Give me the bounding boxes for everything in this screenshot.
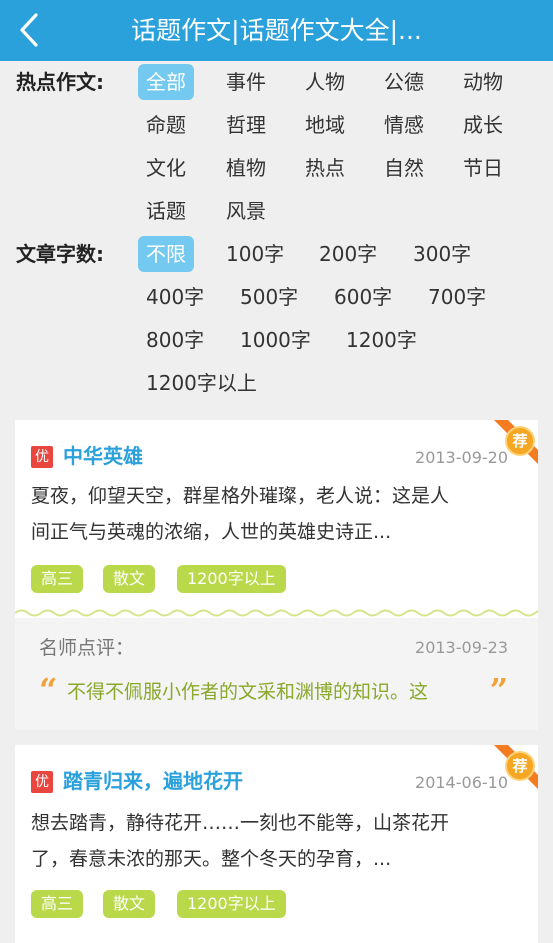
- topic-option[interactable]: 情感: [376, 107, 432, 143]
- word-count-option[interactable]: 400字: [138, 279, 212, 315]
- excellent-badge: 优: [31, 771, 53, 793]
- topic-option[interactable]: 成长: [455, 107, 511, 143]
- article-card[interactable]: 荐 优 踏青归来，遍地花开 2014-06-10 想去踏青，静待花开……一刻也不…: [15, 745, 538, 943]
- word-count-tag[interactable]: 1200字以上: [177, 565, 286, 593]
- genre-tag[interactable]: 散文: [103, 890, 156, 918]
- recommended-label: 荐: [512, 757, 528, 775]
- topic-option[interactable]: 风景: [218, 193, 274, 229]
- back-arrow-icon[interactable]: [14, 12, 44, 48]
- word-count-option[interactable]: 500字: [232, 279, 306, 315]
- word-count-tag[interactable]: 1200字以上: [177, 890, 286, 918]
- word-count-option[interactable]: 100字: [218, 236, 292, 272]
- page-title: 话题作文|话题作文大全|...: [131, 16, 422, 45]
- word-count-option[interactable]: 600字: [326, 279, 400, 315]
- excellent-badge: 优: [31, 446, 53, 468]
- topic-option[interactable]: 人物: [297, 64, 353, 100]
- topic-option[interactable]: 动物: [455, 64, 511, 100]
- topic-option[interactable]: 命题: [138, 107, 194, 143]
- article-excerpt-line: 夏夜，仰望天空，群星格外璀璨，老人说：这是人: [31, 485, 450, 507]
- review-text: 不得不佩服小作者的文采和渊博的知识。这: [67, 681, 429, 703]
- topic-option[interactable]: 哲理: [218, 107, 274, 143]
- topic-option[interactable]: 文化: [138, 150, 194, 186]
- article-excerpt: 想去踏青，静待花开……一刻也不能等，山茶花开 了，春意未浓的那天。整个冬天的孕育…: [31, 805, 526, 877]
- article-excerpt: 夏夜，仰望天空，群星格外璀璨，老人说：这是人 间正气与英魂的浓缩，人世的英雄史诗…: [31, 478, 526, 550]
- close-quote-icon: ”: [489, 671, 508, 709]
- grade-tag[interactable]: 高三: [31, 890, 84, 918]
- word-count-option[interactable]: 1200字以上: [138, 365, 265, 401]
- topic-option[interactable]: 话题: [138, 193, 194, 229]
- article-date: 2013-09-20: [415, 448, 508, 467]
- article-card[interactable]: 荐 优 中华英雄 2013-09-20 夏夜，仰望天空，群星格外璀璨，老人说：这…: [15, 420, 538, 730]
- word-count-option[interactable]: 1200字: [338, 322, 425, 358]
- topic-filter-label: 热点作文:: [16, 70, 104, 94]
- word-count-option[interactable]: 800字: [138, 322, 212, 358]
- word-count-option[interactable]: 300字: [405, 236, 479, 272]
- article-excerpt-line: 想去踏青，静待花开……一刻也不能等，山茶花开: [31, 812, 450, 834]
- word-count-option[interactable]: 700字: [420, 279, 494, 315]
- topic-option[interactable]: 事件: [218, 64, 274, 100]
- article-excerpt-line: 了，春意未浓的那天。整个冬天的孕育，...: [31, 848, 392, 870]
- topic-option[interactable]: 地域: [297, 107, 353, 143]
- recommended-label: 荐: [512, 432, 528, 450]
- grade-tag[interactable]: 高三: [31, 565, 84, 593]
- topic-option[interactable]: 自然: [376, 150, 432, 186]
- review-label: 名师点评：: [39, 637, 135, 659]
- teacher-review: 名师点评： 2013-09-23 “ 不得不佩服小作者的文采和渊博的知识。这 ”: [15, 618, 538, 730]
- topic-option[interactable]: 植物: [218, 150, 274, 186]
- article-date: 2014-06-10: [415, 773, 508, 792]
- topic-option[interactable]: 节日: [455, 150, 511, 186]
- topic-option-all[interactable]: 全部: [138, 64, 194, 100]
- article-title[interactable]: 踏青归来，遍地花开: [63, 767, 243, 795]
- top-bar: 话题作文|话题作文大全|...: [0, 0, 553, 61]
- article-title[interactable]: 中华英雄: [63, 442, 143, 470]
- word-count-filter-label: 文章字数:: [16, 242, 104, 266]
- genre-tag[interactable]: 散文: [103, 565, 156, 593]
- word-count-option[interactable]: 1000字: [232, 322, 319, 358]
- word-count-option[interactable]: 200字: [311, 236, 385, 272]
- article-excerpt-line: 间正气与英魂的浓缩，人世的英雄史诗正...: [31, 521, 392, 543]
- word-count-option-unlimited[interactable]: 不限: [138, 236, 194, 272]
- topic-option[interactable]: 热点: [297, 150, 353, 186]
- wave-divider: [15, 609, 538, 617]
- review-date: 2013-09-23: [415, 638, 508, 657]
- open-quote-icon: “: [39, 671, 58, 709]
- topic-option[interactable]: 公德: [376, 64, 432, 100]
